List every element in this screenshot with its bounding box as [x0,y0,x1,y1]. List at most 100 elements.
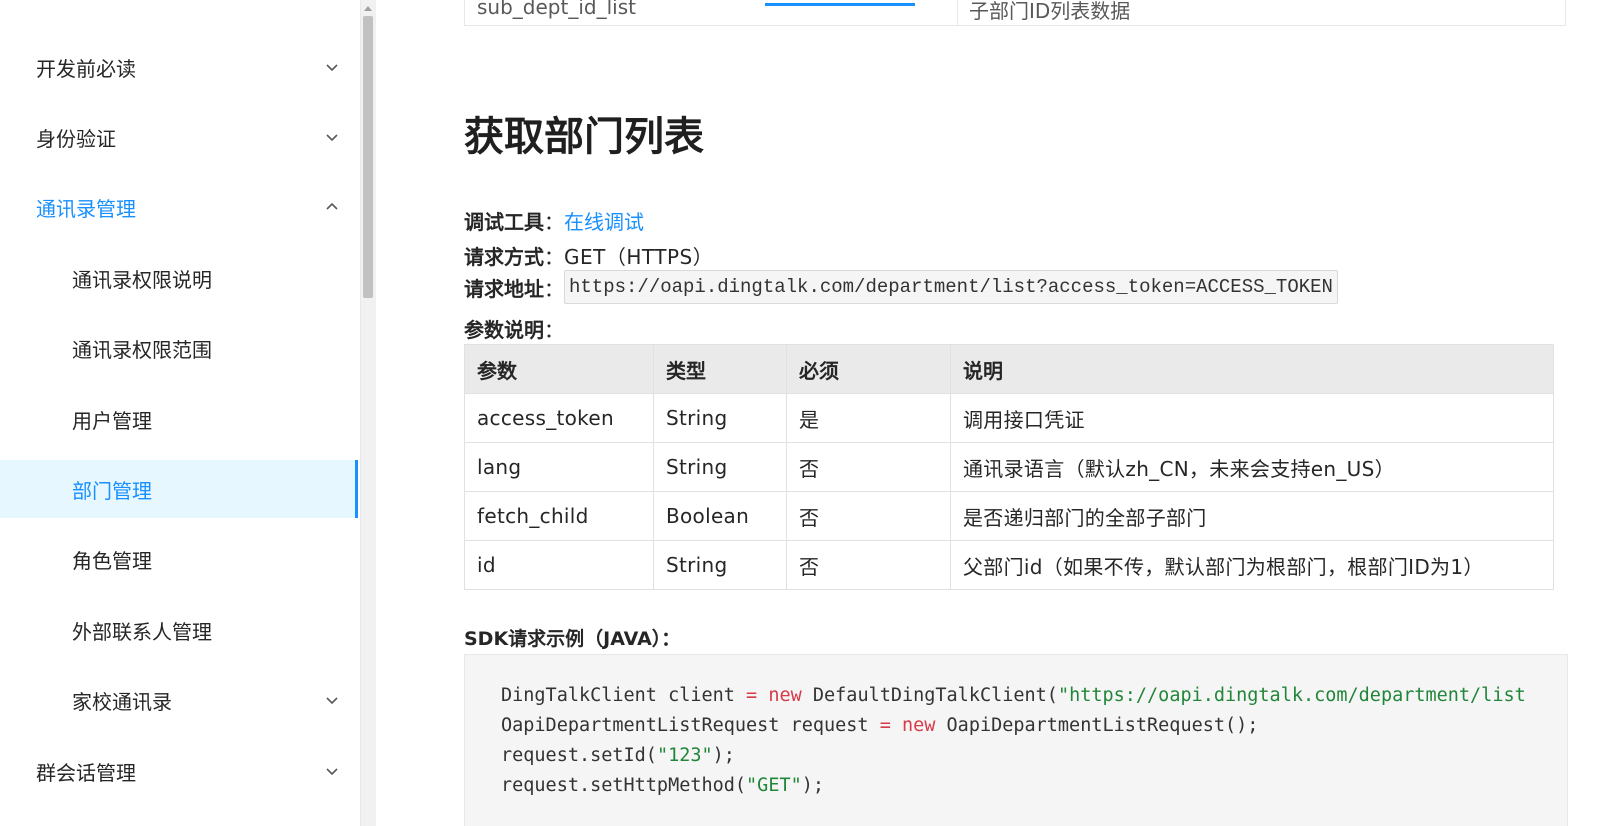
params-table: 参数 类型 必须 说明 access_token String 是 调用接口凭证… [464,344,1554,590]
sidebar-item-label: 开发前必读 [36,56,136,81]
table-row: access_token String 是 调用接口凭证 [464,393,1554,443]
description-cell: 调用接口凭证 [950,393,1554,443]
prev-param-cell: sub_dept_id_list [477,0,636,19]
code-string: "123" [656,745,713,766]
sidebar-item-label: 通讯录管理 [36,196,136,221]
sidebar-nav: 开发前必读 身份验证 通讯录管理 通讯录权限说明 通讯录权限范围 用户管理 部门… [0,0,360,826]
debug-tool-line: 调试工具： 在线调试 [464,206,644,235]
header-required: 必须 [786,344,951,394]
request-url-line: 请求地址： https://oapi.dingtalk.com/departme… [464,270,1338,304]
param-cell: access_token [464,393,654,443]
colon: ： [544,318,564,342]
params-label: 参数说明 [464,318,544,342]
code-token: ); [801,775,825,796]
online-debug-link[interactable]: 在线调试 [564,206,644,235]
sidebar-item-label: 外部联系人管理 [72,619,212,644]
required-cell: 否 [786,540,951,590]
type-cell: String [653,393,787,443]
sidebar-item-contacts-permission[interactable]: 通讯录权限说明 [0,249,358,307]
code-line: request.setHttpMethod("GET"); [501,771,1567,801]
sidebar-item-auth[interactable]: 身份验证 [0,108,358,166]
code-keyword: new [768,685,802,706]
sidebar-item-label: 用户管理 [72,408,152,433]
sidebar-item-dev-prereq[interactable]: 开发前必读 [0,38,358,96]
required-cell: 否 [786,491,951,541]
type-cell: Boolean [653,491,787,541]
sidebar-item-dept-mgmt[interactable]: 部门管理 [0,460,358,518]
table-row: fetch_child Boolean 否 是否递归部门的全部子部门 [464,491,1554,541]
sidebar-item-group-chat[interactable]: 群会话管理 [0,742,358,800]
code-operator: = [879,715,891,736]
header-type: 类型 [653,344,787,394]
code-string: "https://oapi.dingtalk.com/department/li… [1057,685,1526,706]
page-title: 获取部门列表 [464,114,704,160]
code-token: request.setId( [501,745,657,766]
param-cell: lang [464,442,654,492]
description-cell: 父部门id（如果不传，默认部门为根部门，根部门ID为1） [950,540,1554,590]
required-cell: 否 [786,442,951,492]
sidebar-item-role-mgmt[interactable]: 角色管理 [0,530,358,588]
sidebar-item-label: 通讯录权限范围 [72,337,212,362]
chevron-down-icon [324,763,340,779]
description-cell: 通讯录语言（默认zh_CN，未来会支持en_US） [950,442,1554,492]
colon: ： [544,210,564,234]
type-cell: String [653,540,787,590]
type-cell: String [653,442,787,492]
sidebar-item-label: 通讯录权限说明 [72,267,212,292]
code-string: "GET" [746,775,802,796]
sidebar-item-label: 家校通讯录 [72,689,172,714]
sidebar-item-user-mgmt[interactable]: 用户管理 [0,390,358,448]
request-url-code: https://oapi.dingtalk.com/department/lis… [564,270,1338,304]
sidebar-item-label: 角色管理 [72,548,152,573]
debug-tool-label: 调试工具 [464,210,544,234]
sidebar-item-label: 部门管理 [72,478,152,503]
chevron-down-icon [324,692,340,708]
code-line: request.setId("123"); [501,741,1567,771]
colon: ： [544,245,564,269]
chevron-up-icon [324,199,340,215]
chevron-down-icon [324,59,340,75]
table-row: lang String 否 通讯录语言（默认zh_CN，未来会支持en_US） [464,442,1554,492]
description-cell: 是否递归部门的全部子部门 [950,491,1554,541]
sidebar-item-external-contacts[interactable]: 外部联系人管理 [0,601,358,659]
prev-desc-cell: 子部门ID列表数据 [969,0,1131,23]
code-block: DingTalkClient client = new DefaultDingT… [464,654,1568,826]
sidebar-item-label: 群会话管理 [36,760,136,785]
main-content: sub_dept_id_list 子部门ID列表数据 获取部门列表 调试工具： … [376,0,1602,826]
code-token: DingTalkClient client [501,685,747,706]
param-cell: id [464,540,654,590]
code-operator: = [746,685,758,706]
sidebar-item-school-contacts[interactable]: 家校通讯录 [0,671,358,729]
header-param: 参数 [464,344,654,394]
sdk-example-title: SDK请求示例（JAVA）： [464,628,681,650]
code-token: OapiDepartmentListRequest request [501,715,880,736]
code-line: DingTalkClient client = new DefaultDingT… [501,681,1567,711]
request-method-label: 请求方式 [464,245,544,269]
header-description: 说明 [950,344,1554,394]
chevron-down-icon [324,129,340,145]
table-row: id String 否 父部门id（如果不传，默认部门为根部门，根部门ID为1） [464,540,1554,590]
code-token: DefaultDingTalkClient( [801,685,1058,706]
code-token: ); [712,745,735,766]
previous-table-row: sub_dept_id_list 子部门ID列表数据 [464,0,1566,26]
sidebar-item-contacts-scope[interactable]: 通讯录权限范围 [0,319,358,377]
scroll-up-arrow-icon[interactable] [363,4,373,12]
code-token: request.setHttpMethod( [501,775,747,796]
colon: ： [544,276,564,301]
column-divider [957,0,958,25]
code-line: OapiDepartmentListRequest request = new … [501,711,1567,741]
required-cell: 是 [786,393,951,443]
sidebar-scrollbar-thumb[interactable] [363,16,373,298]
sidebar-item-contacts[interactable]: 通讯录管理 [0,178,358,236]
selection-highlight [765,3,915,6]
code-token: OapiDepartmentListRequest(); [935,715,1259,736]
params-label-line: 参数说明： [464,314,564,343]
request-method-line: 请求方式： GET（HTTPS） [464,241,713,270]
table-header-row: 参数 类型 必须 说明 [464,344,1554,394]
request-url-label: 请求地址 [464,276,544,301]
request-method-value: GET（HTTPS） [564,245,714,269]
code-keyword: new [901,715,936,736]
param-cell: fetch_child [464,491,654,541]
